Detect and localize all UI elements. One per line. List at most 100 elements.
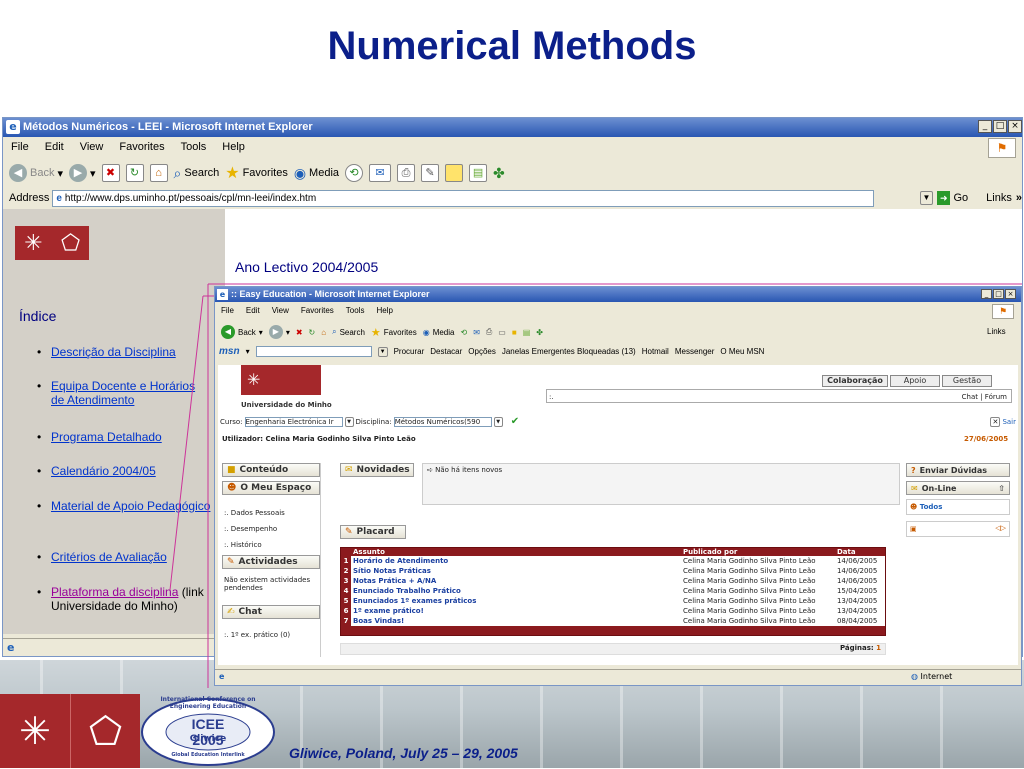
uminho-pentagon-logo: ⬠	[70, 694, 140, 768]
forward-arrow-icon: ▶	[268, 325, 283, 339]
research-icon[interactable]: ▤	[523, 328, 531, 337]
menu-file[interactable]: File	[221, 306, 234, 315]
navigate-arrows-icon[interactable]: ◁▷	[995, 524, 1006, 532]
msn-destacar[interactable]: Destacar	[430, 347, 462, 356]
msn-procurar[interactable]: Procurar	[394, 347, 425, 356]
post-link[interactable]: Boas Vindas!	[351, 616, 681, 626]
ie-icon: e	[217, 289, 228, 300]
msn-search-input[interactable]	[255, 346, 372, 357]
chat-forum-links[interactable]: Chat | Fórum	[962, 393, 1007, 401]
menu-view[interactable]: View	[272, 306, 289, 315]
messenger-icon[interactable]: ✤	[536, 328, 543, 337]
uminho-star-logo: ✳	[0, 694, 70, 768]
question-icon: ?	[911, 465, 916, 475]
top-tabs: Colaboração Apoio Gestão	[822, 375, 992, 387]
message-icon[interactable]: ▣	[910, 525, 917, 533]
maximize-button[interactable]: □	[993, 289, 1004, 299]
menu-favorites[interactable]: Favorites	[301, 306, 334, 315]
links-button[interactable]: Links	[987, 327, 1006, 336]
stop-icon[interactable]: ✖	[296, 328, 303, 337]
media-icon: ◉	[422, 327, 430, 337]
disciplina-dropdown-icon[interactable]: ▼	[493, 416, 503, 427]
tab-gestao[interactable]: Gestão	[942, 375, 992, 387]
left-divider	[320, 463, 321, 657]
mail-icon[interactable]: ✉	[473, 328, 480, 337]
post-link[interactable]: Enunciados 1º exames práticos	[351, 596, 681, 606]
disciplina-select[interactable]: Métodos Numéricos(590	[393, 416, 492, 427]
print-icon[interactable]: ⎙	[486, 327, 492, 337]
forward-button[interactable]: ▶ ▾	[268, 325, 290, 339]
uminho-star-icon: ✳	[241, 365, 321, 395]
post-link[interactable]: Enunciado Trabalho Prático	[351, 586, 681, 596]
curso-label: Curso:	[220, 417, 243, 426]
envelope-icon: ✉	[911, 483, 918, 493]
edit-icon[interactable]: ▭	[498, 328, 506, 337]
placard-table: Assunto Publicado por Data 1 Horário de A…	[340, 547, 886, 636]
conteudo-button[interactable]: ■ Conteúdo	[222, 463, 320, 477]
refresh-icon[interactable]: ↻	[309, 328, 316, 337]
msn-hotmail[interactable]: Hotmail	[642, 347, 669, 356]
inner-title-bar: e :: Easy Education - Microsoft Internet…	[215, 287, 1021, 302]
breadcrumb: :.	[549, 393, 554, 401]
sub-tab-bar: :. Chat | Fórum	[546, 389, 1012, 403]
collapse-up-icon[interactable]: ⇧	[998, 484, 1005, 493]
favorites-button[interactable]: ★ Favorites	[371, 326, 417, 339]
novidades-button[interactable]: ✉ Novidades	[340, 463, 414, 477]
icee-top-text: International Conference on Engineering …	[160, 696, 256, 710]
desempenho-link[interactable]: :. Desempenho	[224, 521, 285, 537]
icee-logo: International Conference on Engineering …	[140, 694, 276, 766]
post-link[interactable]: Sítio Notas Práticas	[351, 566, 681, 576]
novidades-text: Não há itens novos	[435, 466, 503, 474]
minimize-button[interactable]: _	[981, 289, 992, 299]
pin-icon: ✎	[345, 527, 353, 537]
star-icon: ★	[370, 326, 381, 339]
post-link[interactable]: Horário de Atendimento	[351, 556, 681, 566]
page-number[interactable]: 1	[876, 644, 881, 652]
search-button[interactable]: ⌕ Search	[332, 327, 365, 337]
msn-opcoes[interactable]: Opções	[468, 347, 496, 356]
tab-colaboracao[interactable]: Colaboração	[822, 375, 888, 387]
msn-my-msn[interactable]: O Meu MSN	[720, 347, 764, 356]
chat-button[interactable]: ✍ Chat	[222, 605, 320, 619]
table-row: 7 Boas Vindas! Celina Maria Godinho Silva …	[341, 616, 885, 626]
online-button[interactable]: ✉ On-Line ⇧	[906, 481, 1010, 495]
history-icon[interactable]: ⟲	[460, 328, 467, 337]
placard-button[interactable]: ✎ Placard	[340, 525, 406, 539]
easy-education-page: ✳ Universidade do Minho Colaboração Apoi…	[218, 365, 1018, 665]
home-icon[interactable]: ⌂	[321, 328, 326, 337]
curso-select[interactable]: Engenharia Electrónica Ir	[244, 416, 343, 427]
menu-edit[interactable]: Edit	[246, 306, 260, 315]
slide-footer: Gliwice, Poland, July 25 – 29, 2005	[289, 745, 518, 761]
actividades-button[interactable]: ✎ Actividades	[222, 555, 320, 569]
inner-status-bar: e ◍ Internet	[215, 669, 1021, 685]
msn-dropdown-icon[interactable]: ▼	[377, 346, 388, 357]
curso-dropdown-icon[interactable]: ▼	[344, 416, 354, 427]
msn-popups[interactable]: Janelas Emergentes Bloqueadas (13)	[502, 347, 636, 356]
menu-tools[interactable]: Tools	[346, 306, 365, 315]
confirm-check-icon[interactable]: ✔	[511, 416, 519, 427]
exit-icon[interactable]: ✕	[990, 416, 1001, 427]
course-selector-row: Curso: Engenharia Electrónica Ir ▼ Disci…	[220, 416, 1016, 427]
todos-row[interactable]: ☻ Todos	[906, 499, 1010, 515]
back-button[interactable]: ◀ Back ▾	[221, 325, 263, 339]
tab-apoio[interactable]: Apoio	[890, 375, 940, 387]
post-link[interactable]: Notas Prática + A/NA	[351, 576, 681, 586]
msn-messenger[interactable]: Messenger	[675, 347, 715, 356]
chat-item-link[interactable]: :. 1º ex. prático (0)	[224, 631, 290, 639]
folder-icon[interactable]: ■	[512, 328, 517, 337]
meu-espaco-list: :. Dados Pessoais :. Desempenho :. Histó…	[224, 505, 285, 553]
novidades-panel: ➪ Não há itens novos	[422, 463, 900, 505]
actividades-text: Não existem actividades pendendes	[224, 576, 311, 592]
sair-link[interactable]: Sair	[1002, 418, 1016, 426]
media-button[interactable]: ◉ Media	[423, 328, 455, 337]
menu-help[interactable]: Help	[376, 306, 392, 315]
table-row: 2 Sítio Notas Práticas Celina Maria Godinh…	[341, 566, 885, 576]
close-button[interactable]: ×	[1005, 289, 1016, 299]
historico-link[interactable]: :. Histórico	[224, 537, 285, 553]
post-link[interactable]: 1º exame prático!	[351, 606, 681, 616]
enviar-duvidas-button[interactable]: ? Enviar Dúvidas	[906, 463, 1010, 477]
dados-pessoais-link[interactable]: :. Dados Pessoais	[224, 505, 285, 521]
meu-espaco-button[interactable]: ☻ O Meu Espaço	[222, 481, 320, 495]
col-assunto: Assunto	[353, 548, 385, 556]
uminho-star-icon: ✳	[19, 709, 51, 753]
